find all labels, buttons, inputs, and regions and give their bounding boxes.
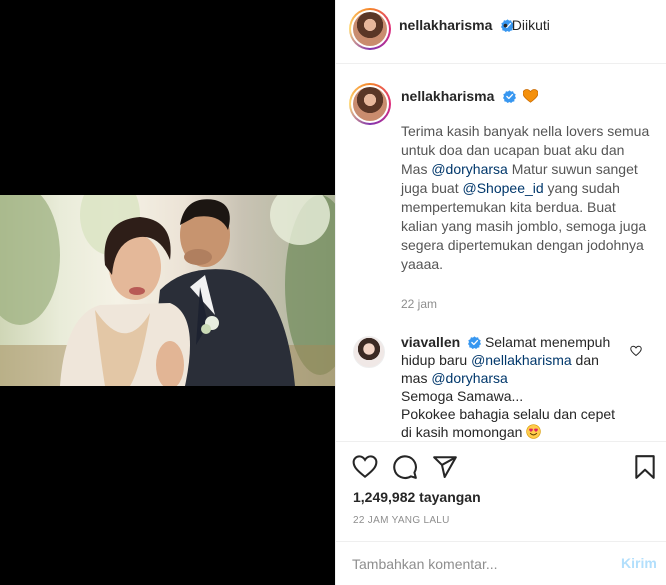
mention-link[interactable]: @nellakharisma [471,352,572,368]
verified-badge-icon [502,90,516,103]
bookmark-icon[interactable] [632,454,658,480]
comment-icon[interactable] [392,454,418,480]
caption-timestamp[interactable]: 22 jam [401,297,437,311]
comments-section[interactable]: nellakharisma Terima kasih banyak nella … [336,65,666,441]
header-username[interactable]: nellakharisma [399,17,492,33]
view-count[interactable]: 1,249,982 tayangan [353,489,481,505]
comment-avatar[interactable] [353,336,385,368]
share-icon[interactable] [432,454,458,480]
verified-badge-icon [468,336,482,349]
comment-username[interactable]: viavallen [401,334,460,350]
post-side-panel: nellakharisma • Diikuti nellakharisma Te… [335,0,666,585]
post-actions: 1,249,982 tayangan 22 JAM YANG LALU [336,441,666,541]
post-comment-button[interactable]: Kirim [621,555,657,571]
mention-link[interactable]: @doryharsa [431,370,507,386]
heart-eyes-emoji-icon [526,424,541,439]
mention-link[interactable]: @doryharsa [431,161,507,177]
video-frame [0,195,335,386]
comment-text: viavallen Selamat menempuh hidup baru @n… [401,334,616,440]
follow-status-button[interactable]: Diikuti [512,17,550,33]
caption-username[interactable]: nellakharisma [401,88,494,104]
wedding-couple-image [0,195,335,386]
comment-like-heart-icon[interactable] [630,345,642,357]
header-avatar[interactable] [349,8,391,50]
heart-icon[interactable] [352,454,378,480]
header-dot: • [503,17,508,33]
post-time-ago[interactable]: 22 JAM YANG LALU [353,515,450,526]
caption-text: Terima kasih banyak nella lovers semua u… [401,123,650,272]
add-comment-bar: Kirim [336,541,666,585]
caption-avatar[interactable] [349,83,391,125]
comment-input[interactable] [352,554,602,574]
post-video[interactable] [0,0,335,585]
orange-heart-emoji-icon [523,89,539,103]
mention-link[interactable]: @Shopee_id [463,180,544,196]
post-header: nellakharisma • Diikuti [336,0,666,64]
